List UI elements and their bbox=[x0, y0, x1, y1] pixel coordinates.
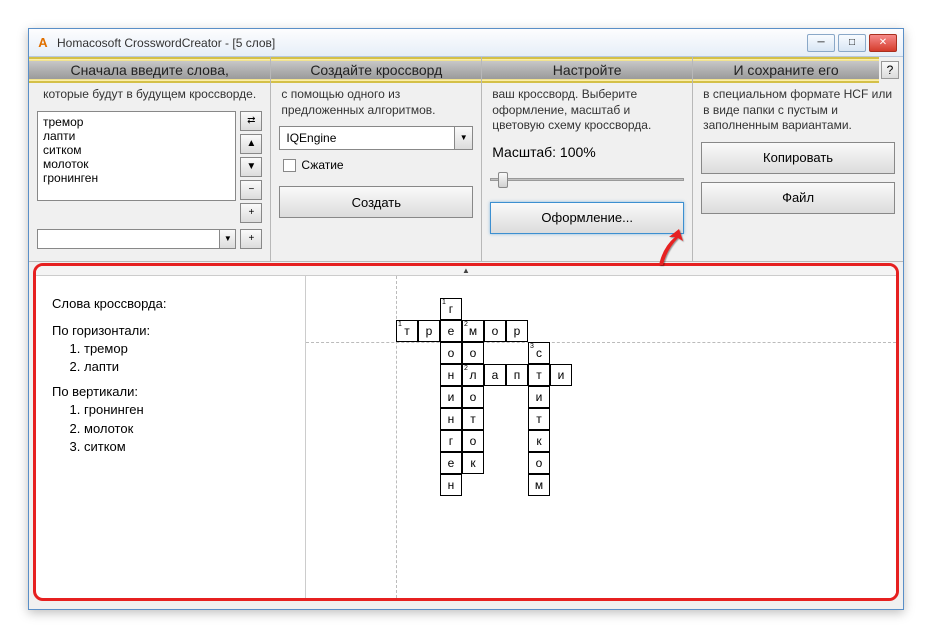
toolbar: Сначала введите слова, которые будут в б… bbox=[29, 57, 903, 262]
down-list: гронингенмолотокситком bbox=[52, 401, 289, 456]
list-item: молоток bbox=[84, 420, 289, 438]
scale-label: Масштаб: 100% bbox=[490, 142, 684, 162]
crossword-cell: р bbox=[418, 320, 440, 342]
crossword-cell: о bbox=[528, 452, 550, 474]
section-save: ? И сохраните его в специальном формате … bbox=[693, 57, 903, 261]
crossword-cell: т bbox=[528, 408, 550, 430]
crossword-cell: о bbox=[462, 430, 484, 452]
crossword-cell: к bbox=[528, 430, 550, 452]
section-save-header: И сохраните его bbox=[693, 57, 879, 83]
section-words-desc: которые будут в будущем кроссворде. bbox=[29, 83, 270, 107]
section-configure-header: Настройте bbox=[482, 57, 692, 83]
crossword-cell: о bbox=[440, 342, 462, 364]
compress-checkbox[interactable] bbox=[283, 159, 296, 172]
window-title: Homacosoft CrosswordCreator - [5 слов] bbox=[57, 36, 801, 50]
crossword-cell: г1 bbox=[440, 298, 462, 320]
chevron-down-icon: ▼ bbox=[219, 230, 235, 248]
crossword-cell: е bbox=[440, 320, 462, 342]
crossword-cell: и bbox=[440, 386, 462, 408]
close-button[interactable]: ✕ bbox=[869, 34, 897, 52]
section-save-desc: в специальном формате HCF или в виде пап… bbox=[693, 83, 903, 138]
list-item: лапти bbox=[84, 358, 289, 376]
across-list: треморлапти bbox=[52, 340, 289, 376]
create-button[interactable]: Создать bbox=[279, 186, 473, 218]
horizontal-splitter[interactable] bbox=[36, 266, 896, 276]
crossword-cell: к bbox=[462, 452, 484, 474]
crossword-cell: а bbox=[484, 364, 506, 386]
compress-label: Сжатие bbox=[301, 158, 343, 172]
design-button[interactable]: Оформление... bbox=[490, 202, 684, 234]
crossword-cell: о bbox=[462, 342, 484, 364]
crossword-cell: т1 bbox=[396, 320, 418, 342]
crossword-cell: е bbox=[440, 452, 462, 474]
crossword-pane[interactable]: г1т1рем2ороос3нл2аптииоинттгокеконм bbox=[306, 276, 896, 598]
engine-select-value: IQEngine bbox=[280, 131, 454, 145]
crossword-cell: г bbox=[440, 430, 462, 452]
titlebar: A Homacosoft CrosswordCreator - [5 слов]… bbox=[29, 29, 903, 57]
section-create: Создайте кроссворд с помощью одного из п… bbox=[271, 57, 482, 261]
crossword-cell: н bbox=[440, 474, 462, 496]
move-down-button[interactable]: ▼ bbox=[240, 157, 262, 177]
file-button[interactable]: Файл bbox=[701, 182, 895, 214]
section-create-header: Создайте кроссворд bbox=[271, 57, 481, 83]
crossword-cell: р bbox=[506, 320, 528, 342]
clue-pane: Слова кроссворда: По горизонтали: тремор… bbox=[36, 276, 306, 598]
move-up-button[interactable]: ▲ bbox=[240, 134, 262, 154]
app-window: A Homacosoft CrosswordCreator - [5 слов]… bbox=[28, 28, 904, 610]
scale-slider[interactable] bbox=[490, 168, 684, 190]
section-words: Сначала введите слова, которые будут в б… bbox=[29, 57, 271, 261]
copy-button[interactable]: Копировать bbox=[701, 142, 895, 174]
slider-track bbox=[490, 178, 684, 181]
down-title: По вертикали: bbox=[52, 384, 289, 399]
section-configure-desc: ваш кроссворд. Выберите оформление, масш… bbox=[482, 83, 692, 138]
crossword-cell: и bbox=[528, 386, 550, 408]
word-combo[interactable]: ▼ bbox=[37, 229, 236, 249]
crossword-cell: п bbox=[506, 364, 528, 386]
section-create-desc: с помощью одного из предложенных алгорит… bbox=[271, 83, 481, 122]
crossword-cell: л2 bbox=[462, 364, 484, 386]
words-textarea[interactable]: тремор лапти ситком молоток гронинген bbox=[37, 111, 236, 201]
clues-title: Слова кроссворда: bbox=[52, 296, 289, 311]
add-from-combo-button[interactable]: + bbox=[240, 229, 262, 249]
list-item: тремор bbox=[84, 340, 289, 358]
crossword-cell: м bbox=[528, 474, 550, 496]
swap-button[interactable]: ⇄ bbox=[240, 111, 262, 131]
slider-thumb[interactable] bbox=[498, 172, 508, 188]
minimize-button[interactable]: ─ bbox=[807, 34, 835, 52]
remove-word-button[interactable]: − bbox=[240, 180, 262, 200]
window-buttons: ─ □ ✕ bbox=[807, 34, 897, 52]
across-title: По горизонтали: bbox=[52, 323, 289, 338]
chevron-down-icon: ▼ bbox=[454, 127, 472, 149]
list-item: ситком bbox=[84, 438, 289, 456]
crossword-cell: т bbox=[528, 364, 550, 386]
section-configure: Настройте ваш кроссворд. Выберите оформл… bbox=[482, 57, 693, 261]
add-word-button[interactable]: + bbox=[240, 203, 262, 223]
maximize-button[interactable]: □ bbox=[838, 34, 866, 52]
crossword-cell: т bbox=[462, 408, 484, 430]
section-words-header: Сначала введите слова, bbox=[29, 57, 270, 83]
app-icon: A bbox=[35, 35, 51, 51]
crossword-cell: н bbox=[440, 364, 462, 386]
compress-checkbox-row[interactable]: Сжатие bbox=[279, 156, 473, 174]
engine-select[interactable]: IQEngine ▼ bbox=[279, 126, 473, 150]
guide-horizontal bbox=[306, 342, 896, 343]
crossword-cell: о bbox=[484, 320, 506, 342]
crossword-cell: и bbox=[550, 364, 572, 386]
help-button[interactable]: ? bbox=[881, 61, 899, 79]
list-item: гронинген bbox=[84, 401, 289, 419]
content-area: Слова кроссворда: По горизонтали: тремор… bbox=[33, 263, 899, 601]
crossword-cell: н bbox=[440, 408, 462, 430]
crossword-cell: м2 bbox=[462, 320, 484, 342]
crossword-cell: о bbox=[462, 386, 484, 408]
crossword-cell: с3 bbox=[528, 342, 550, 364]
